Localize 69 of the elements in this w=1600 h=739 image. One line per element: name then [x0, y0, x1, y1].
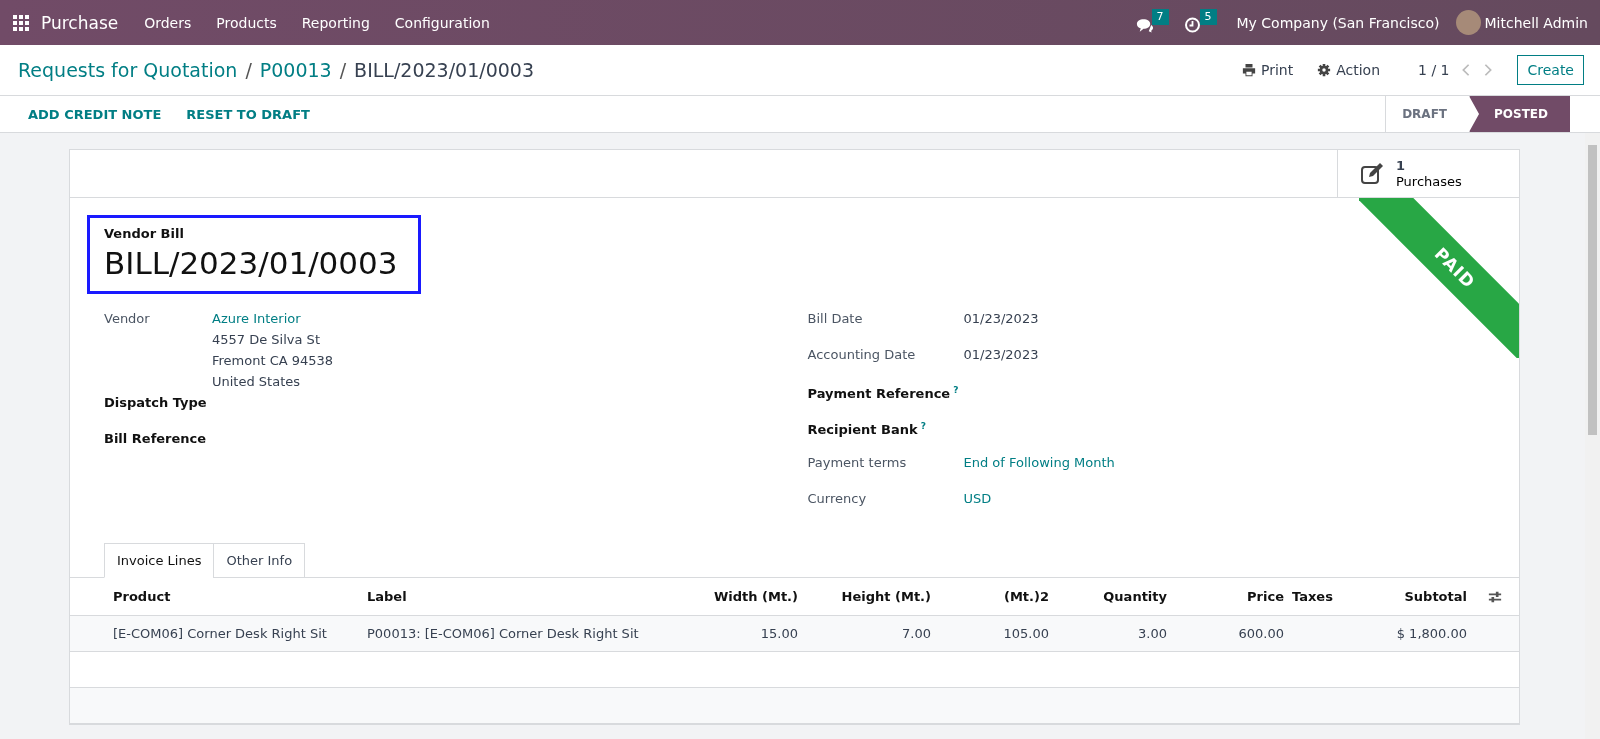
field-text: 01/23/2023 — [963, 310, 1039, 328]
address-line: 4557 De Silva St — [212, 331, 321, 349]
app-name[interactable]: Purchase — [41, 12, 119, 33]
status-step[interactable]: POSTED — [1469, 96, 1570, 132]
scrollbar[interactable] — [1585, 133, 1600, 739]
breadcrumb-separator: / — [339, 59, 347, 81]
chat-icon[interactable] — [1134, 16, 1154, 33]
purchases-label: Purchases — [1396, 173, 1462, 190]
field-label: Bill Date — [807, 310, 864, 328]
user-menu[interactable]: Mitchell Admin — [1484, 14, 1588, 31]
field-label: Dispatch Type — [104, 394, 208, 412]
document-type-label: Vendor Bill — [104, 226, 184, 241]
field-label: Vendor — [104, 310, 151, 328]
column-header[interactable]: Quantity — [1103, 589, 1167, 604]
field-link[interactable]: USD — [963, 488, 992, 509]
purchases-count: 1 — [1396, 157, 1407, 174]
table-cell: 3.00 — [1138, 626, 1167, 641]
table-cell: 600.00 — [1238, 626, 1284, 641]
field-label: Bill Reference — [104, 430, 208, 448]
activity-count-badge: 5 — [1199, 8, 1217, 25]
column-header[interactable]: Width (Mt.) — [713, 589, 798, 604]
bill-number: BILL/2023/01/0003 — [104, 244, 398, 283]
printer-icon — [1241, 63, 1256, 77]
column-header[interactable]: (Mt.)2 — [1003, 589, 1049, 604]
column-header[interactable]: Label — [367, 589, 407, 604]
table-cell: $ 1,800.00 — [1396, 626, 1467, 641]
breadcrumb-link[interactable]: P00013 — [259, 59, 332, 81]
column-header[interactable]: Product — [113, 589, 171, 604]
field-link[interactable]: Azure Interior — [212, 308, 334, 329]
menu-item[interactable]: Products — [216, 14, 277, 31]
create-button[interactable]: Create — [1517, 55, 1584, 85]
header-action-button[interactable]: ADD CREDIT NOTE — [28, 106, 162, 122]
column-settings-icon[interactable] — [1488, 590, 1502, 605]
column-header[interactable]: Price — [1247, 589, 1284, 604]
field-text: 01/23/2023 — [963, 346, 1039, 364]
apps-menu-icon[interactable] — [13, 14, 29, 31]
breadcrumb-link[interactable]: Requests for Quotation — [18, 59, 238, 81]
table-cell: 105.00 — [1003, 626, 1049, 641]
pager-counter: 1 / 1 — [1418, 62, 1450, 78]
company-switcher[interactable]: My Company (San Francisco) — [1236, 14, 1440, 31]
action-button[interactable]: Action — [1311, 61, 1387, 79]
address-line: Fremont CA 94538 — [212, 352, 334, 370]
field-link[interactable]: End of Following Month — [963, 452, 1115, 473]
column-header[interactable]: Height (Mt.) — [841, 589, 931, 604]
table-cell: P00013: [E-COM06] Corner Desk Right Sit — [367, 626, 639, 641]
field-label: Payment Reference $^{?}$ — [807, 384, 960, 404]
menu-item[interactable]: Reporting — [301, 14, 370, 31]
edit-icon — [1360, 161, 1384, 186]
table-cell: 15.00 — [760, 626, 798, 641]
field-label: Currency — [807, 490, 868, 508]
menu-item[interactable]: Configuration — [394, 14, 490, 31]
field-label: Payment terms — [807, 454, 908, 472]
message-count-badge: 7 — [1151, 8, 1169, 25]
menu-item[interactable]: Orders — [144, 14, 192, 31]
header-action-button[interactable]: RESET TO DRAFT — [186, 106, 310, 122]
record-title: BILL/2023/01/0003 — [354, 59, 534, 81]
breadcrumb-separator: / — [245, 59, 252, 81]
notebook-tab[interactable]: Invoice Lines — [104, 543, 215, 578]
print-button[interactable]: Print — [1235, 61, 1300, 79]
table-cell: [E-COM06] Corner Desk Right Sit — [113, 626, 327, 641]
field-label: Accounting Date — [807, 346, 917, 364]
table-cell: 7.00 — [902, 626, 931, 641]
address-line: United States — [212, 373, 302, 391]
notebook-tab[interactable]: Other Info — [213, 543, 306, 578]
column-header[interactable]: Subtotal — [1404, 589, 1467, 604]
clock-icon[interactable] — [1182, 16, 1202, 33]
column-header[interactable]: Taxes — [1292, 589, 1333, 604]
field-label: Recipient Bank $^{?}$ — [807, 420, 927, 440]
gear-icon — [1317, 63, 1332, 77]
